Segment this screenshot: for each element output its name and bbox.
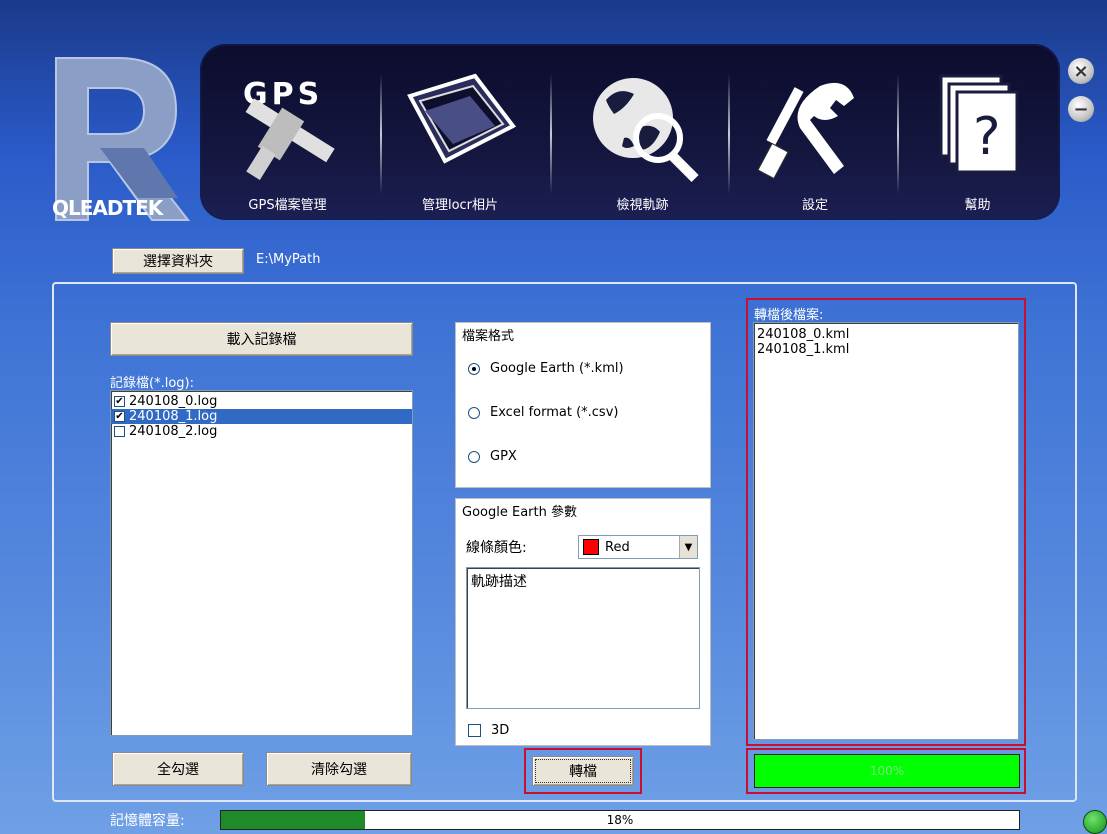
convert-button[interactable]: 轉檔 — [532, 756, 634, 786]
earth-group-title: Google Earth 參數 — [460, 501, 579, 520]
nav-item-manage-locr-photos[interactable]: 管理locr相片 — [390, 44, 530, 220]
checkbox[interactable]: ✔ — [114, 411, 125, 422]
folder-path: E:\MyPath — [256, 252, 321, 267]
load-log-button[interactable]: 載入記錄檔 — [110, 322, 413, 356]
clear-selection-button[interactable]: 清除勾選 — [266, 752, 412, 786]
radio-button[interactable] — [468, 362, 480, 375]
checkbox-3d-label: 3D — [491, 723, 510, 738]
brand-name: QLEADTEK — [52, 196, 163, 220]
nav-item-view-track[interactable]: 檢視軌跡 — [560, 44, 725, 220]
conversion-progress-bar: 100% — [754, 754, 1020, 788]
nav-divider — [550, 74, 552, 194]
nav-divider — [897, 74, 899, 194]
color-swatch — [583, 539, 599, 555]
checkbox-3d[interactable] — [468, 724, 481, 737]
svg-text:?: ? — [973, 107, 1001, 167]
format-groupbox: 檔案格式 Google Earth (*.kml) Excel format (… — [455, 322, 711, 488]
nav-label: 設定 — [801, 198, 828, 213]
nav-label: 幫助 — [964, 198, 991, 213]
nav-item-gps-file-manager[interactable]: GPS GPS檔案管理 — [220, 44, 355, 220]
status-indicator-icon — [1083, 810, 1107, 834]
progress-text: 100% — [869, 764, 905, 778]
gps-satellite-icon: GPS — [243, 77, 335, 180]
radio-label: Excel format (*.csv) — [490, 405, 619, 420]
photo-frame-icon — [407, 73, 517, 164]
minimize-button[interactable]: − — [1068, 96, 1094, 122]
list-item[interactable]: 240108_0.kml — [754, 327, 1018, 342]
nav-label: 管理locr相片 — [421, 198, 499, 213]
chevron-down-icon[interactable]: ▼ — [679, 536, 697, 558]
radio-gpx[interactable]: GPX — [468, 449, 517, 464]
nav-item-settings[interactable]: 設定 — [740, 44, 890, 220]
radio-button[interactable] — [468, 406, 480, 419]
nav-divider — [380, 74, 382, 194]
line-color-select[interactable]: Red ▼ — [578, 535, 698, 559]
minimize-icon: − — [1073, 98, 1089, 120]
output-file-list[interactable]: 240108_0.kml 240108_1.kml — [753, 322, 1019, 740]
file-name: 240108_2.log — [129, 424, 218, 439]
radio-button[interactable] — [468, 450, 480, 463]
radio-label: GPX — [490, 449, 517, 464]
format-group-title: 檔案格式 — [460, 325, 517, 344]
nav-divider — [728, 74, 730, 194]
nav-label: GPS檔案管理 — [248, 198, 327, 213]
radio-kml[interactable]: Google Earth (*.kml) — [468, 361, 624, 376]
log-file-list[interactable]: ✔ 240108_0.log ✔ 240108_1.log 240108_2.l… — [110, 390, 413, 736]
line-color-value: Red — [605, 539, 630, 555]
select-folder-button[interactable]: 選擇資料夾 — [112, 248, 244, 274]
memory-progress-bar: 18% — [220, 810, 1020, 830]
globe-magnifier-icon — [592, 78, 699, 183]
radio-label: Google Earth (*.kml) — [490, 361, 624, 376]
checkbox[interactable] — [114, 426, 125, 437]
list-item[interactable]: 240108_2.log — [111, 424, 412, 439]
nav-label: 檢視軌跡 — [616, 198, 669, 213]
log-list-label: 記錄檔(*.log): — [110, 376, 194, 391]
close-button[interactable]: × — [1068, 58, 1094, 84]
file-name: 240108_0.log — [129, 394, 218, 409]
list-item[interactable]: ✔ 240108_0.log — [111, 394, 412, 409]
line-color-label: 線條顏色: — [466, 540, 527, 556]
checkbox[interactable]: ✔ — [114, 396, 125, 407]
memory-progress-text: 18% — [606, 813, 634, 827]
track-description-text: 軌跡描述 — [471, 574, 527, 590]
google-earth-params-groupbox: Google Earth 參數 線條顏色: Red ▼ 軌跡描述 3D — [455, 498, 711, 746]
checkbox-3d-row[interactable]: 3D — [468, 723, 509, 738]
list-item[interactable]: ✔ 240108_1.log — [111, 409, 412, 424]
select-all-button[interactable]: 全勾選 — [112, 752, 244, 786]
nav-item-help[interactable]: ? 幫助 — [905, 44, 1050, 220]
memory-label: 記憶體容量: — [110, 813, 185, 829]
output-files-label: 轉檔後檔案: — [754, 308, 824, 323]
main-nav-bar: GPS GPS檔案管理 管理locr相片 檢視軌跡 設定 ? 幫助 — [200, 44, 1060, 220]
wrench-screwdriver-icon — [757, 82, 854, 180]
radio-csv[interactable]: Excel format (*.csv) — [468, 405, 618, 420]
track-description-textarea[interactable]: 軌跡描述 — [466, 567, 700, 709]
file-name: 240108_1.log — [129, 409, 218, 424]
help-documents-icon: ? — [939, 74, 1018, 174]
close-icon: × — [1073, 60, 1089, 82]
list-item[interactable]: 240108_1.kml — [754, 342, 1018, 357]
